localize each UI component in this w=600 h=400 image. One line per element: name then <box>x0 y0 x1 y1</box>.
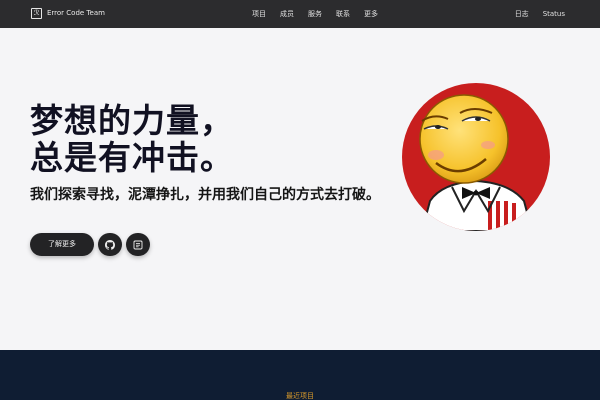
nav-item-status[interactable]: Status <box>543 9 565 19</box>
hero-subline: 我们探索寻找，泥潭挣扎，并用我们自己的方式去打破。 <box>30 187 380 203</box>
nav-item-contact[interactable]: 联系 <box>336 9 350 19</box>
hero-section: 梦想的力量， 总是有冲击。 我们探索寻找，泥潭挣扎，并用我们自己的方式去打破。 … <box>0 28 600 350</box>
nav-item-log[interactable]: 日志 <box>515 9 529 19</box>
brand-logo-icon: ℛ <box>31 8 42 19</box>
top-navbar: ℛ Error Code Team 项目 成员 服务 联系 更多 日志 Stat… <box>0 0 600 28</box>
blog-button[interactable] <box>126 233 150 256</box>
nav-item-projects[interactable]: 项目 <box>252 9 266 19</box>
learn-more-button[interactable]: 了解更多 <box>30 233 94 256</box>
brand-name: Error Code Team <box>47 9 105 17</box>
nav-item-members[interactable]: 成员 <box>280 9 294 19</box>
nav-item-services[interactable]: 服务 <box>308 9 322 19</box>
github-icon <box>105 239 115 250</box>
recent-projects-section: 最近项目 <box>0 350 600 400</box>
section-title: 最近项目 <box>286 392 314 400</box>
hero-headline-line2: 总是有冲击。 <box>30 138 234 177</box>
main-nav: 项目 成员 服务 联系 更多 <box>252 9 378 19</box>
nav-item-more[interactable]: 更多 <box>364 9 378 19</box>
right-nav: 日志 Status <box>515 9 565 19</box>
hero-headline-line1: 梦想的力量， <box>30 101 234 140</box>
github-button[interactable] <box>98 233 122 256</box>
hero-headline: 梦想的力量， 总是有冲击。 <box>30 102 234 176</box>
document-icon <box>133 240 143 249</box>
brand[interactable]: ℛ Error Code Team <box>31 8 105 19</box>
team-avatar <box>402 83 550 231</box>
